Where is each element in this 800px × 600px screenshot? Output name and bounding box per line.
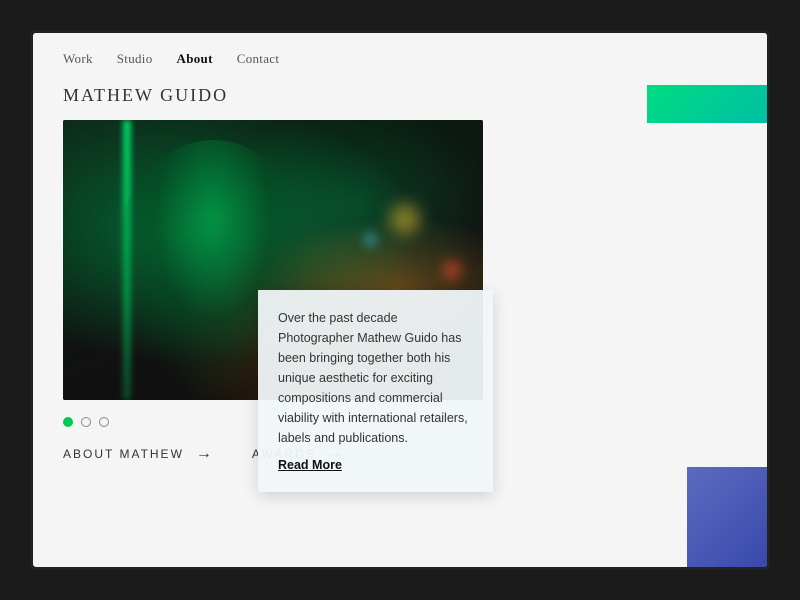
corner-blue-decoration: [687, 467, 767, 567]
nav-item-work[interactable]: Work: [63, 51, 93, 67]
bokeh-light-1: [390, 204, 420, 234]
carousel-dot-3[interactable]: [99, 417, 109, 427]
navigation: Work Studio About Contact: [33, 33, 767, 85]
bokeh-light-2: [442, 260, 462, 280]
about-mathew-arrow-icon: →: [196, 445, 212, 463]
read-more-link[interactable]: Read More: [278, 458, 342, 472]
about-mathew-link[interactable]: About Mathew →: [63, 445, 212, 463]
carousel-dot-2[interactable]: [81, 417, 91, 427]
nav-item-studio[interactable]: Studio: [117, 51, 153, 67]
carousel-dot-1[interactable]: [63, 417, 73, 427]
bokeh-light-3: [363, 232, 378, 247]
about-mathew-label: About Mathew: [63, 447, 184, 461]
nav-item-about[interactable]: About: [177, 51, 213, 67]
info-card-body: Over the past decade Photographer Mathew…: [278, 308, 473, 448]
nav-item-contact[interactable]: Contact: [237, 51, 280, 67]
main-content: Mathew Guido Over the past decade Photog…: [33, 85, 767, 483]
browser-frame: Work Studio About Contact Mathew Guido O…: [30, 30, 770, 570]
info-card: Over the past decade Photographer Mathew…: [258, 290, 493, 492]
page-title: Mathew Guido: [63, 85, 737, 106]
